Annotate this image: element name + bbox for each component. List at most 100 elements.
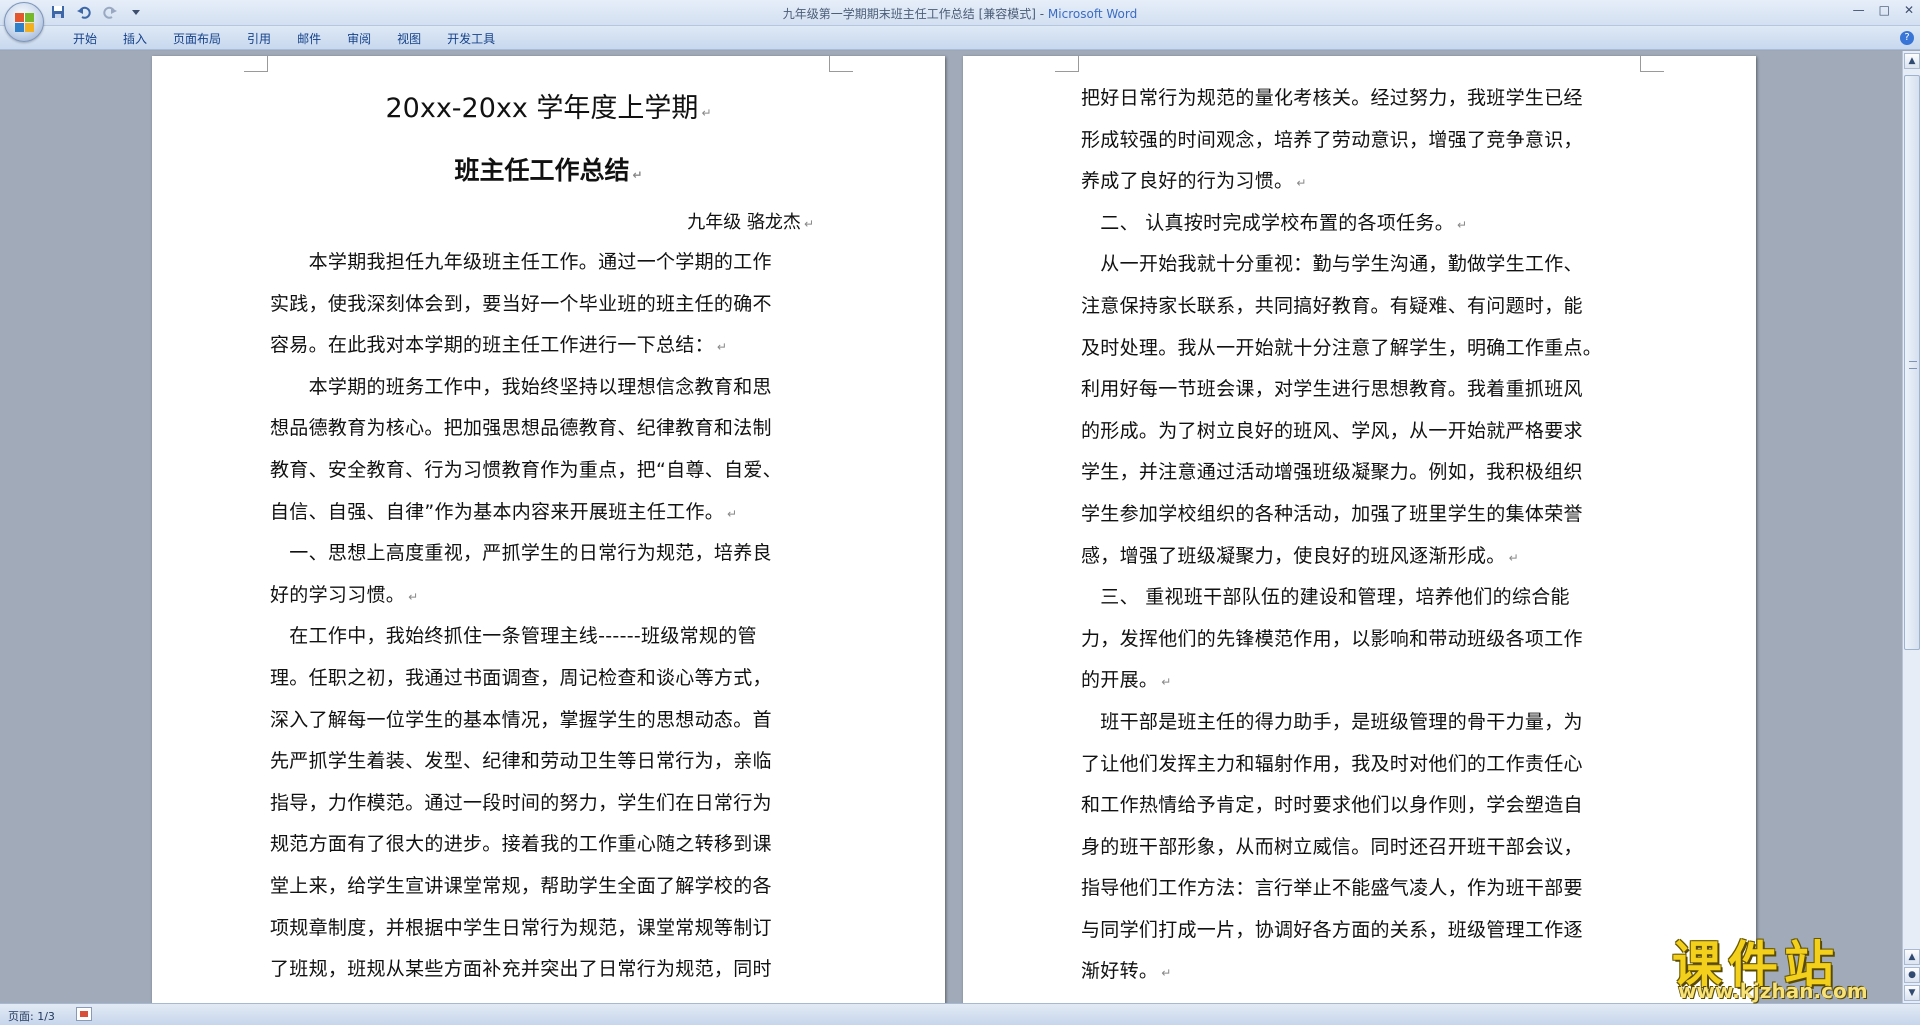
next-page-icon[interactable]: ▼ [1904,985,1920,1001]
office-button[interactable] [4,2,44,42]
document-page-2[interactable]: 把好日常行为规范的量化考核关。经过努力，我班学生已经 形成较强的时间观念，培养了劳… [963,56,1756,1003]
text-line: 感，增强了班级凝聚力，使良好的班风逐渐形成。 ↵ [1081,536,1641,578]
page1-body-text: 本学期我担任九年级班主任工作。通过一个学期的工作实践，使我深刻体会到，要当好一个… [270,242,830,991]
text-line-content: 力，发挥他们的先锋模范作用，以影响和带动班级各项工作 [1081,627,1583,650]
text-line-content: 先严抓学生着装、发型、纪律和劳动卫生等日常行为，亲临 [270,750,772,773]
text-line: 把好日常行为规范的量化考核关。经过努力，我班学生已经 [1081,78,1641,120]
paragraph-mark: ↵ [1161,966,1172,981]
text-line: 先严抓学生着装、发型、纪律和劳动卫生等日常行为，亲临 [270,741,830,783]
text-line-content: 本学期我担任九年级班主任工作。通过一个学期的工作 [270,251,772,273]
paragraph-mark: ↵ [1161,675,1172,690]
crop-mark [829,56,853,72]
tab-developer[interactable]: 开发工具 [434,30,508,48]
status-page-info[interactable]: 页面: 1/3 [8,1008,55,1024]
text-line: 想品德教育为核心。把加强思想品德教育、纪律教育和法制 [270,408,830,450]
tab-view[interactable]: 视图 [384,30,434,48]
text-line: 利用好每一节班会课，对学生进行思想教育。我着重抓班风 [1081,369,1641,411]
text-line-content: 指导他们工作方法：言行举止不能盛气凌人，作为班干部要 [1081,877,1583,900]
paragraph-mark: ↵ [408,589,419,604]
text-line: 项规章制度，并根据中学生日常行为规范，课堂常规等制订 [270,908,830,950]
prev-page-icon[interactable]: ▲ [1904,949,1920,965]
text-line-content: 与同学们打成一片，协调好各方面的关系，班级管理工作逐 [1081,918,1583,941]
text-line-content: 从一开始我就十分重视：勤与学生沟通，勤做学生工作、 [1081,253,1583,276]
text-line: 自信、自强、自律”作为基本内容来开展班主任工作。 ↵ [270,492,830,534]
text-line: 指导，力作模范。通过一段时间的努力，学生们在日常行为 [270,783,830,825]
title-bar: 九年级第一学期期末班主任工作总结 [兼容模式] - Microsoft Word… [0,0,1920,26]
ribbon-tabs: 开始 插入 页面布局 引用 邮件 审阅 视图 开发工具 [60,30,508,48]
tab-mailings[interactable]: 邮件 [284,30,334,48]
document-area: 20xx-20xx 学年度上学期 ↵ 班主任工作总结 ↵ 九年级 骆龙杰 ↵ 本学期我… [0,51,1902,1003]
text-line: 好的学习习惯。 ↵ [270,575,830,617]
paragraph-mark: ↵ [1457,217,1468,232]
text-line-content: 一、思想上高度重视，严抓学生的日常行为规范，培养良 [270,542,772,565]
text-line: 学生，并注意通过活动增强班级凝聚力。例如，我积极组织 [1081,452,1641,494]
text-line-content: 身的班干部形象，从而树立威信。同时还召开班干部会议， [1081,835,1583,858]
text-line: 身的班干部形象，从而树立威信。同时还召开班干部会议， [1081,827,1641,869]
page2-body-text: 把好日常行为规范的量化考核关。经过努力，我班学生已经 形成较强的时间观念，培养了劳… [1081,78,1641,993]
text-line: 养成了良好的行为习惯。 ↵ [1081,161,1641,203]
tab-review[interactable]: 审阅 [334,30,384,48]
text-line-content: 项规章制度，并根据中学生日常行为规范，课堂常规等制订 [270,916,772,939]
text-line-content: 渐好转。 [1081,960,1159,983]
text-line-content: 在工作中，我始终抓住一条管理主线------班级常规的管 [270,625,757,648]
text-line: 与同学们打成一片，协调好各方面的关系，班级管理工作逐 [1081,910,1641,952]
tab-home[interactable]: 开始 [60,30,110,48]
document-title: 20xx-20xx 学年度上学期 ↵ [385,93,712,124]
tab-page-layout[interactable]: 页面布局 [160,30,234,48]
document-name: 九年级第一学期期末班主任工作总结 [兼容模式] - [782,7,1048,21]
text-line-content: 和工作热情给予肯定，时时要求他们以身作则，学会塑造自 [1081,794,1583,817]
text-line: 了让他们发挥主力和辐射作用，我及时对他们的工作责任心 [1081,744,1641,786]
scroll-grip [1909,361,1917,369]
text-line: 从一开始我就十分重视：勤与学生沟通，勤做学生工作、 [1081,244,1641,286]
vertical-scrollbar[interactable]: ▲ ▲ ● ▼ [1902,51,1920,1003]
watermark: 课件站 www.kjzhan.com [1660,925,1900,1005]
app-name: Microsoft Word [1047,7,1138,21]
text-line-content: 堂上来，给学生宣讲课堂常规，帮助学生全面了解学校的各 [270,874,772,897]
paragraph-mark: ↵ [1508,550,1519,565]
text-line-content: 二、 认真按时完成学校布置的各项任务。 [1081,211,1455,234]
paragraph-mark: ↵ [716,340,728,355]
text-line-content: 利用好每一节班会课，对学生进行思想教育。我着重抓班风 [1081,378,1583,401]
paragraph-mark: ↵ [727,506,738,521]
text-line: 形成较强的时间观念，培养了劳动意识，增强了竞争意识， [1081,120,1641,162]
status-bar: 页面: 1/3 [0,1003,1920,1025]
watermark-url: www.kjzhan.com [1678,979,1868,1003]
close-icon[interactable]: ✕ [1904,3,1914,17]
text-line: 了班规，班规从某些方面补充并突出了日常行为规范，同时 [270,949,830,991]
minimize-icon[interactable]: — [1853,3,1865,17]
text-line-content: 养成了良好的行为习惯。 [1081,170,1294,193]
text-line-content: 了让他们发挥主力和辐射作用，我及时对他们的工作责任心 [1081,752,1583,775]
text-line-content: 想品德教育为核心。把加强思想品德教育、纪律教育和法制 [270,417,772,440]
text-line-content: 了班规，班规从某些方面补充并突出了日常行为规范，同时 [270,958,772,981]
crop-mark [1055,56,1079,72]
text-line: 本学期的班务工作中，我始终坚持以理想信念教育和思 [270,367,830,409]
text-line: 注意保持家长联系，共同搞好教育。有疑难、有问题时，能 [1081,286,1641,328]
document-page-1[interactable]: 20xx-20xx 学年度上学期 ↵ 班主任工作总结 ↵ 九年级 骆龙杰 ↵ 本学期我… [152,56,945,1003]
text-line: 教育、安全教育、行为习惯教育作为重点，把“自尊、自爱、 [270,450,830,492]
text-line: 理。任职之初，我通过书面调查，周记检查和谈心等方式， [270,658,830,700]
text-line: 班干部是班主任的得力助手，是班级管理的骨干力量，为 [1081,702,1641,744]
text-line-content: 的开展。 [1081,669,1159,692]
text-line-content: 及时处理。我从一开始就十分注意了解学生，明确工作重点。 [1081,336,1603,359]
text-line-content: 注意保持家长联系，共同搞好教育。有疑难、有问题时，能 [1081,294,1583,317]
select-browse-object-icon[interactable]: ● [1904,967,1920,983]
tab-references[interactable]: 引用 [234,30,284,48]
text-line: 规范方面有了很大的进步。接着我的工作重心随之转移到课 [270,824,830,866]
help-icon[interactable]: ? [1900,31,1914,45]
maximize-icon[interactable]: □ [1879,3,1890,17]
tab-insert[interactable]: 插入 [110,30,160,48]
paragraph-mark: ↵ [1296,176,1307,191]
text-line: 和工作热情给予肯定，时时要求他们以身作则，学会塑造自 [1081,785,1641,827]
text-line: 的开展。 ↵ [1081,660,1641,702]
scroll-thumb[interactable] [1904,75,1920,650]
text-line: 实践，使我深刻体会到，要当好一个毕业班的班主任的确不 [270,284,830,326]
text-line-content: 班干部是班主任的得力助手，是班级管理的骨干力量，为 [1081,710,1583,733]
text-line-content: 的形成。为了树立良好的班风、学风，从一开始就严格要求 [1081,419,1583,442]
proofing-status-icon[interactable] [76,1007,92,1021]
document-author: 九年级 骆龙杰 ↵ [687,212,814,233]
text-line-content: 指导，力作模范。通过一段时间的努力，学生们在日常行为 [270,791,772,814]
crop-mark [244,56,268,72]
text-line: 在工作中，我始终抓住一条管理主线------班级常规的管 [270,616,830,658]
text-line-content: 本学期的班务工作中，我始终坚持以理想信念教育和思 [270,375,772,398]
scroll-up-icon[interactable]: ▲ [1904,53,1920,69]
